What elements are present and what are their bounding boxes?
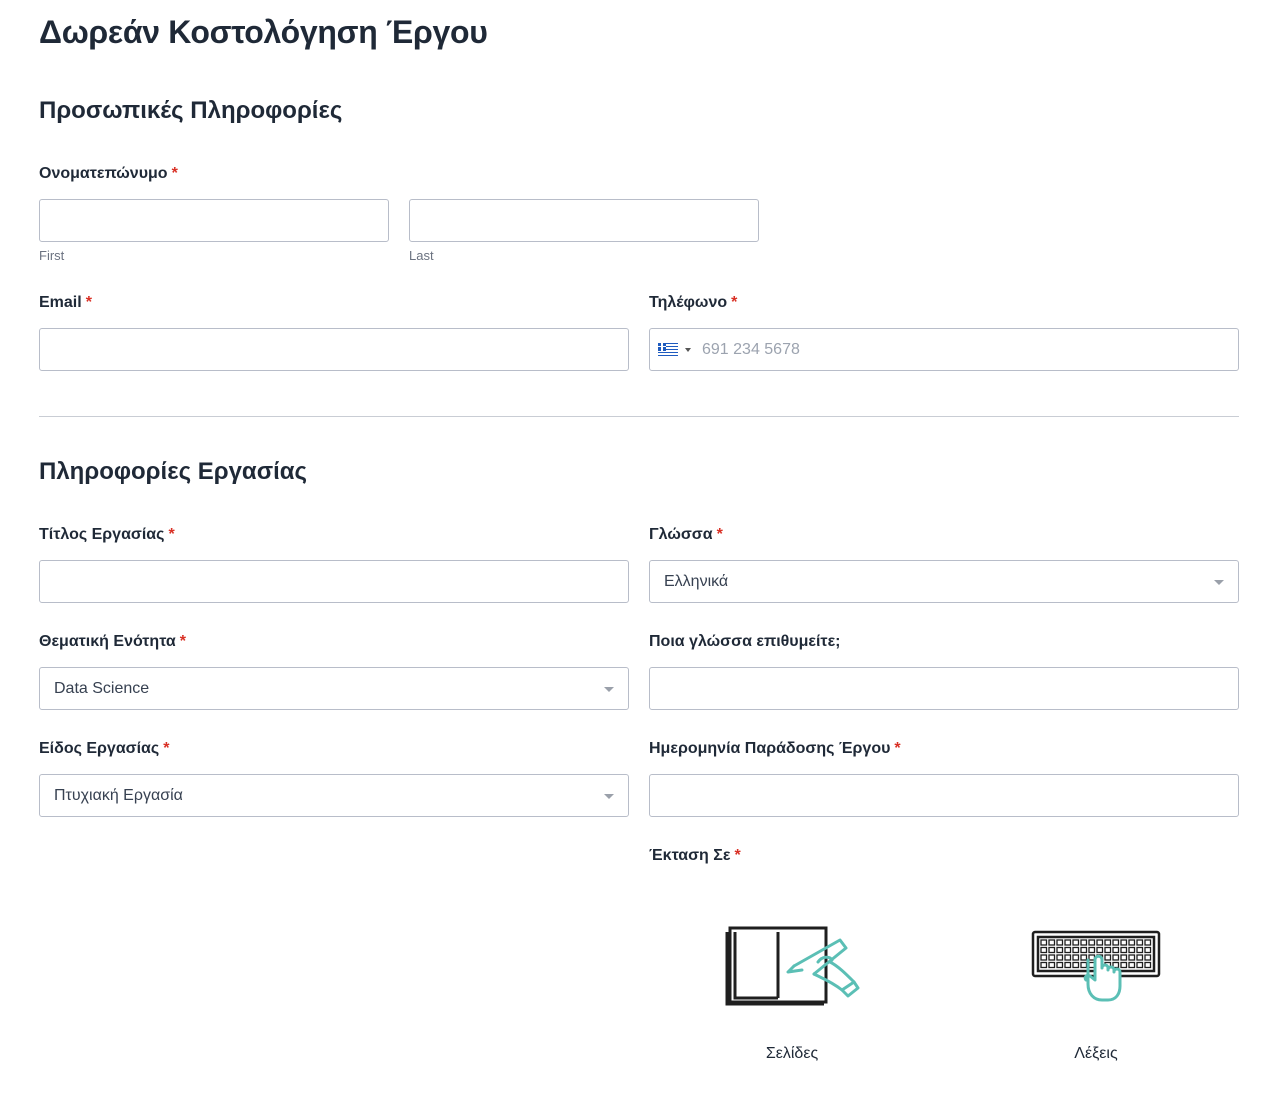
- other-language-input[interactable]: [649, 667, 1239, 710]
- extent-option-pages-label: Σελίδες: [765, 1045, 819, 1062]
- last-name-sublabel: Last: [409, 248, 434, 263]
- required-mark: *: [734, 847, 741, 864]
- required-mark: *: [171, 165, 178, 182]
- extent-label: Έκταση Σε *: [649, 847, 741, 864]
- required-mark: *: [179, 633, 186, 650]
- work-title-input[interactable]: [39, 560, 629, 603]
- subject-selected-value: Data Science: [54, 679, 150, 697]
- work-type-select[interactable]: Πτυχιακή Εργασία: [39, 774, 629, 817]
- other-language-label: Ποια γλώσσα επιθυμείτε;: [649, 633, 841, 650]
- greece-flag-icon[interactable]: [658, 342, 678, 357]
- required-mark: *: [85, 294, 92, 311]
- required-mark: *: [168, 526, 175, 543]
- required-mark: *: [163, 740, 170, 757]
- deadline-label: Ημερομηνία Παράδοσης Έργου *: [649, 740, 901, 757]
- extent-option-words-label: Λέξεις: [1074, 1045, 1118, 1062]
- first-name-input[interactable]: [39, 199, 389, 242]
- subject-label: Θεματική Ενότητα *: [39, 633, 186, 650]
- work-type-label: Είδος Εργασίας *: [39, 740, 170, 757]
- work-title-label: Τίτλος Εργασίας *: [39, 526, 175, 543]
- extent-option-pages[interactable]: [722, 922, 862, 1012]
- required-mark: *: [731, 294, 738, 311]
- extent-option-words[interactable]: [1026, 922, 1166, 1012]
- first-name-sublabel: First: [39, 248, 65, 263]
- book-pen-icon: [725, 926, 860, 1006]
- language-label: Γλώσσα *: [649, 526, 723, 543]
- email-input[interactable]: [39, 328, 629, 371]
- page-title: Δωρεάν Κοστολόγηση Έργου: [39, 14, 488, 50]
- chevron-down-icon: [604, 687, 614, 692]
- phone-input[interactable]: 691 234 5678: [649, 328, 1239, 371]
- last-name-input[interactable]: [409, 199, 759, 242]
- email-label: Email *: [39, 294, 92, 311]
- subject-select[interactable]: Data Science: [39, 667, 629, 710]
- phone-placeholder: 691 234 5678: [702, 340, 800, 358]
- chevron-down-icon: [604, 794, 614, 799]
- required-mark: *: [894, 740, 901, 757]
- phone-label: Τηλέφωνο *: [649, 294, 738, 311]
- required-mark: *: [716, 526, 723, 543]
- section-title-personal: Προσωπικές Πληροφορίες: [39, 97, 343, 124]
- work-type-selected-value: Πτυχιακή Εργασία: [54, 786, 183, 804]
- country-dropdown-caret-icon[interactable]: [685, 347, 691, 352]
- language-selected-value: Ελληνικά: [664, 572, 729, 590]
- language-select[interactable]: Ελληνικά: [649, 560, 1239, 603]
- deadline-input[interactable]: [649, 774, 1239, 817]
- keyboard-hand-icon: [1031, 930, 1161, 1002]
- fullname-label: Ονοματεπώνυμο *: [39, 165, 178, 182]
- section-divider: [39, 416, 1239, 417]
- chevron-down-icon: [1214, 580, 1224, 585]
- section-title-work: Πληροφορίες Εργασίας: [39, 458, 308, 485]
